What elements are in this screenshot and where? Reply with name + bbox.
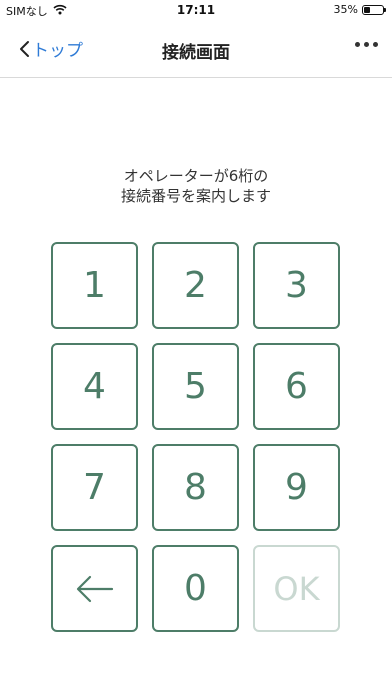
more-dot-icon xyxy=(373,42,378,47)
key-7[interactable]: 7 xyxy=(51,444,138,531)
status-right: 35% xyxy=(333,3,386,16)
page-title: 接続画面 xyxy=(162,43,230,63)
key-8[interactable]: 8 xyxy=(152,444,239,531)
more-options-button[interactable] xyxy=(355,42,378,47)
key-9[interactable]: 9 xyxy=(253,444,340,531)
number-keypad: 1 2 3 4 5 6 7 8 9 0 OK xyxy=(51,242,341,632)
navigation-bar: トップ 接続画面 xyxy=(0,22,392,78)
status-bar: SIMなし 17:11 35% xyxy=(0,0,392,22)
key-6[interactable]: 6 xyxy=(253,343,340,430)
battery-percent: 35% xyxy=(333,3,358,16)
backspace-button[interactable] xyxy=(51,545,138,632)
ok-button[interactable]: OK xyxy=(253,545,340,632)
key-5[interactable]: 5 xyxy=(152,343,239,430)
battery-fill xyxy=(364,6,371,13)
key-2[interactable]: 2 xyxy=(152,242,239,329)
instruction-text: オペレーターが6桁の 接続番号を案内します xyxy=(0,166,392,206)
instruction-line-2: 接続番号を案内します xyxy=(120,187,271,205)
key-0[interactable]: 0 xyxy=(152,545,239,632)
key-1[interactable]: 1 xyxy=(51,242,138,329)
key-3[interactable]: 3 xyxy=(253,242,340,329)
key-4[interactable]: 4 xyxy=(51,343,138,430)
instruction-line-1: オペレーターが6桁の xyxy=(123,167,269,185)
more-dot-icon xyxy=(364,42,369,47)
battery-icon xyxy=(362,4,386,15)
arrow-left-icon xyxy=(76,575,113,602)
more-dot-icon xyxy=(355,42,360,47)
